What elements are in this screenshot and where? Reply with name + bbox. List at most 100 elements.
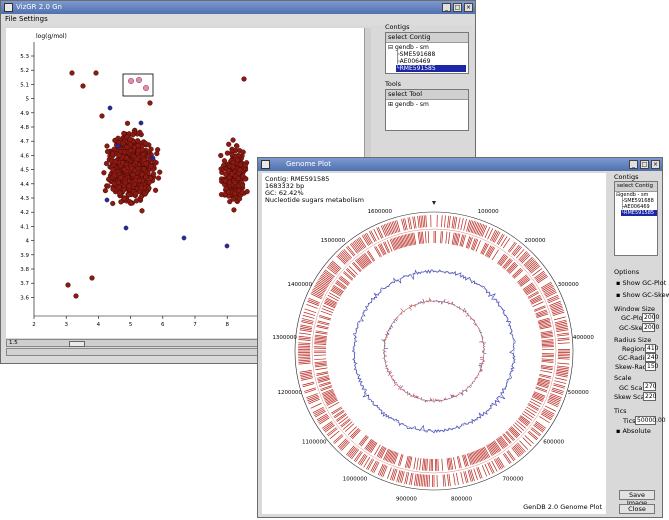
data-point [132, 177, 138, 184]
tree-item[interactable]: ├AE006469 [396, 58, 430, 65]
skew-bar [393, 381, 395, 383]
region-mark [348, 447, 357, 458]
region-mark [457, 217, 461, 230]
skew-bar [472, 382, 474, 385]
tree-root[interactable]: ⊟ gendb - sm [388, 44, 429, 51]
skew-bar [407, 393, 409, 396]
region-mark [541, 359, 554, 362]
region-mark [306, 303, 318, 309]
y-tick-label: 5.2 [20, 68, 29, 74]
tics-spinner[interactable]: 50000.00 [635, 416, 666, 425]
genome-window-titlebar[interactable]: Genome Plot _ □ × [258, 158, 662, 171]
region-mark [328, 264, 339, 273]
show-gc-skew-checkbox[interactable]: ▪ Show GC-Skew [616, 291, 669, 299]
scatter-window-title: VizGR 2.0 Gn [16, 3, 62, 11]
region-mark [425, 474, 427, 487]
close-icon[interactable]: × [464, 3, 473, 12]
region-mark [396, 220, 401, 232]
menu-file[interactable]: File [5, 15, 17, 23]
region-mark [467, 220, 472, 232]
region-mark [338, 253, 348, 263]
save-image-button[interactable]: Save Image [619, 490, 655, 507]
region-mark [327, 294, 339, 302]
skew-bar [387, 374, 390, 376]
region-mark [298, 342, 311, 344]
minimize-icon[interactable]: _ [442, 3, 451, 12]
region-mark [517, 442, 526, 452]
region-mark [519, 252, 529, 262]
gc-radius-spinner[interactable]: 240 [645, 353, 658, 362]
y-tick-label: 4.9 [20, 111, 29, 117]
close-button[interactable]: Close [619, 504, 655, 514]
tree-item[interactable]: ⊞ gendb - sm [388, 101, 429, 108]
menu-settings[interactable]: Settings [19, 15, 48, 23]
y-tick-label: 4.2 [20, 210, 29, 216]
minimize-icon[interactable]: _ [629, 160, 638, 169]
show-gc-plot-checkbox[interactable]: ▪ Show GC-Plot [616, 279, 666, 287]
regions-spinner[interactable]: 410 [645, 344, 658, 353]
maximize-icon[interactable]: □ [640, 160, 649, 169]
maximize-icon[interactable]: □ [453, 3, 462, 12]
region-mark [299, 332, 312, 335]
region-mark [317, 321, 330, 326]
region-mark [444, 474, 446, 487]
region-mark [539, 416, 550, 424]
genome-circle-plot[interactable]: 100000 200000 300000 400000 500000 600000 7000… [262, 173, 606, 514]
position-labels: 100000 200000 300000 400000 500000 600000 7000… [272, 209, 594, 502]
skew-bar [397, 316, 399, 318]
absolute-checkbox[interactable]: ▪ Absolute [616, 427, 651, 435]
region-mark [298, 359, 311, 362]
region-mark [326, 266, 337, 275]
data-point [140, 151, 146, 158]
data-point [135, 142, 141, 149]
scatter-window-titlebar[interactable]: VizGR 2.0 Gn _ □ × [1, 1, 475, 14]
skew-bar [400, 308, 404, 312]
region-mark [352, 429, 361, 440]
skew-radius-spinner[interactable]: 150 [645, 362, 658, 371]
region-mark [347, 245, 356, 256]
region-mark [324, 424, 335, 433]
data-point [234, 157, 241, 163]
position-label: 1000000 [343, 477, 368, 483]
x-slider-thumb[interactable] [69, 341, 85, 347]
gc-plot-spinner[interactable]: 2000 [642, 313, 659, 322]
region-mark [473, 468, 478, 480]
data-point [239, 182, 245, 188]
region-mark [538, 321, 551, 326]
highlight-point [104, 197, 110, 203]
region-mark [355, 451, 363, 463]
region-mark [530, 398, 542, 405]
tree-item-selected[interactable]: └RME591585 [621, 210, 657, 216]
region-mark [535, 421, 547, 429]
gc-scale-spinner[interactable]: 270 [643, 382, 656, 391]
region-mark [456, 456, 461, 469]
data-point [120, 160, 126, 166]
tree-item[interactable]: ├SME591688 [396, 51, 435, 58]
gc-skew-spinner[interactable]: 2000 [642, 323, 659, 332]
region-mark [441, 215, 443, 228]
region-mark [552, 311, 565, 316]
position-label: 1400000 [287, 282, 312, 288]
region-mark [524, 258, 534, 267]
region-mark [522, 437, 532, 447]
skew-bar [459, 308, 461, 310]
contig-list[interactable]: select Contig ⊟gendb - sm ├SME591688 ├AE… [614, 181, 658, 256]
data-point [126, 192, 132, 198]
region-mark [447, 474, 450, 487]
contig-list[interactable]: select Contig ⊟ gendb - sm ├SME591688 ├A… [385, 32, 469, 74]
region-mark [298, 344, 311, 346]
region-mark [513, 445, 522, 456]
region-mark [334, 435, 344, 444]
skew-bar [385, 367, 388, 369]
skew-bar [409, 307, 412, 311]
region-mark [518, 251, 527, 261]
tree-item-selected[interactable]: └RME591585 [396, 65, 466, 72]
y-tick-label: 5.1 [20, 82, 29, 88]
tool-list[interactable]: select Tool ⊞ gendb - sm [385, 89, 469, 131]
skew-bar [465, 389, 468, 391]
region-mark [515, 248, 525, 259]
skew-scale-spinner[interactable]: 220 [643, 392, 656, 401]
close-icon[interactable]: × [651, 160, 660, 169]
genome-window-title: Genome Plot [286, 160, 331, 168]
data-point [112, 159, 118, 165]
